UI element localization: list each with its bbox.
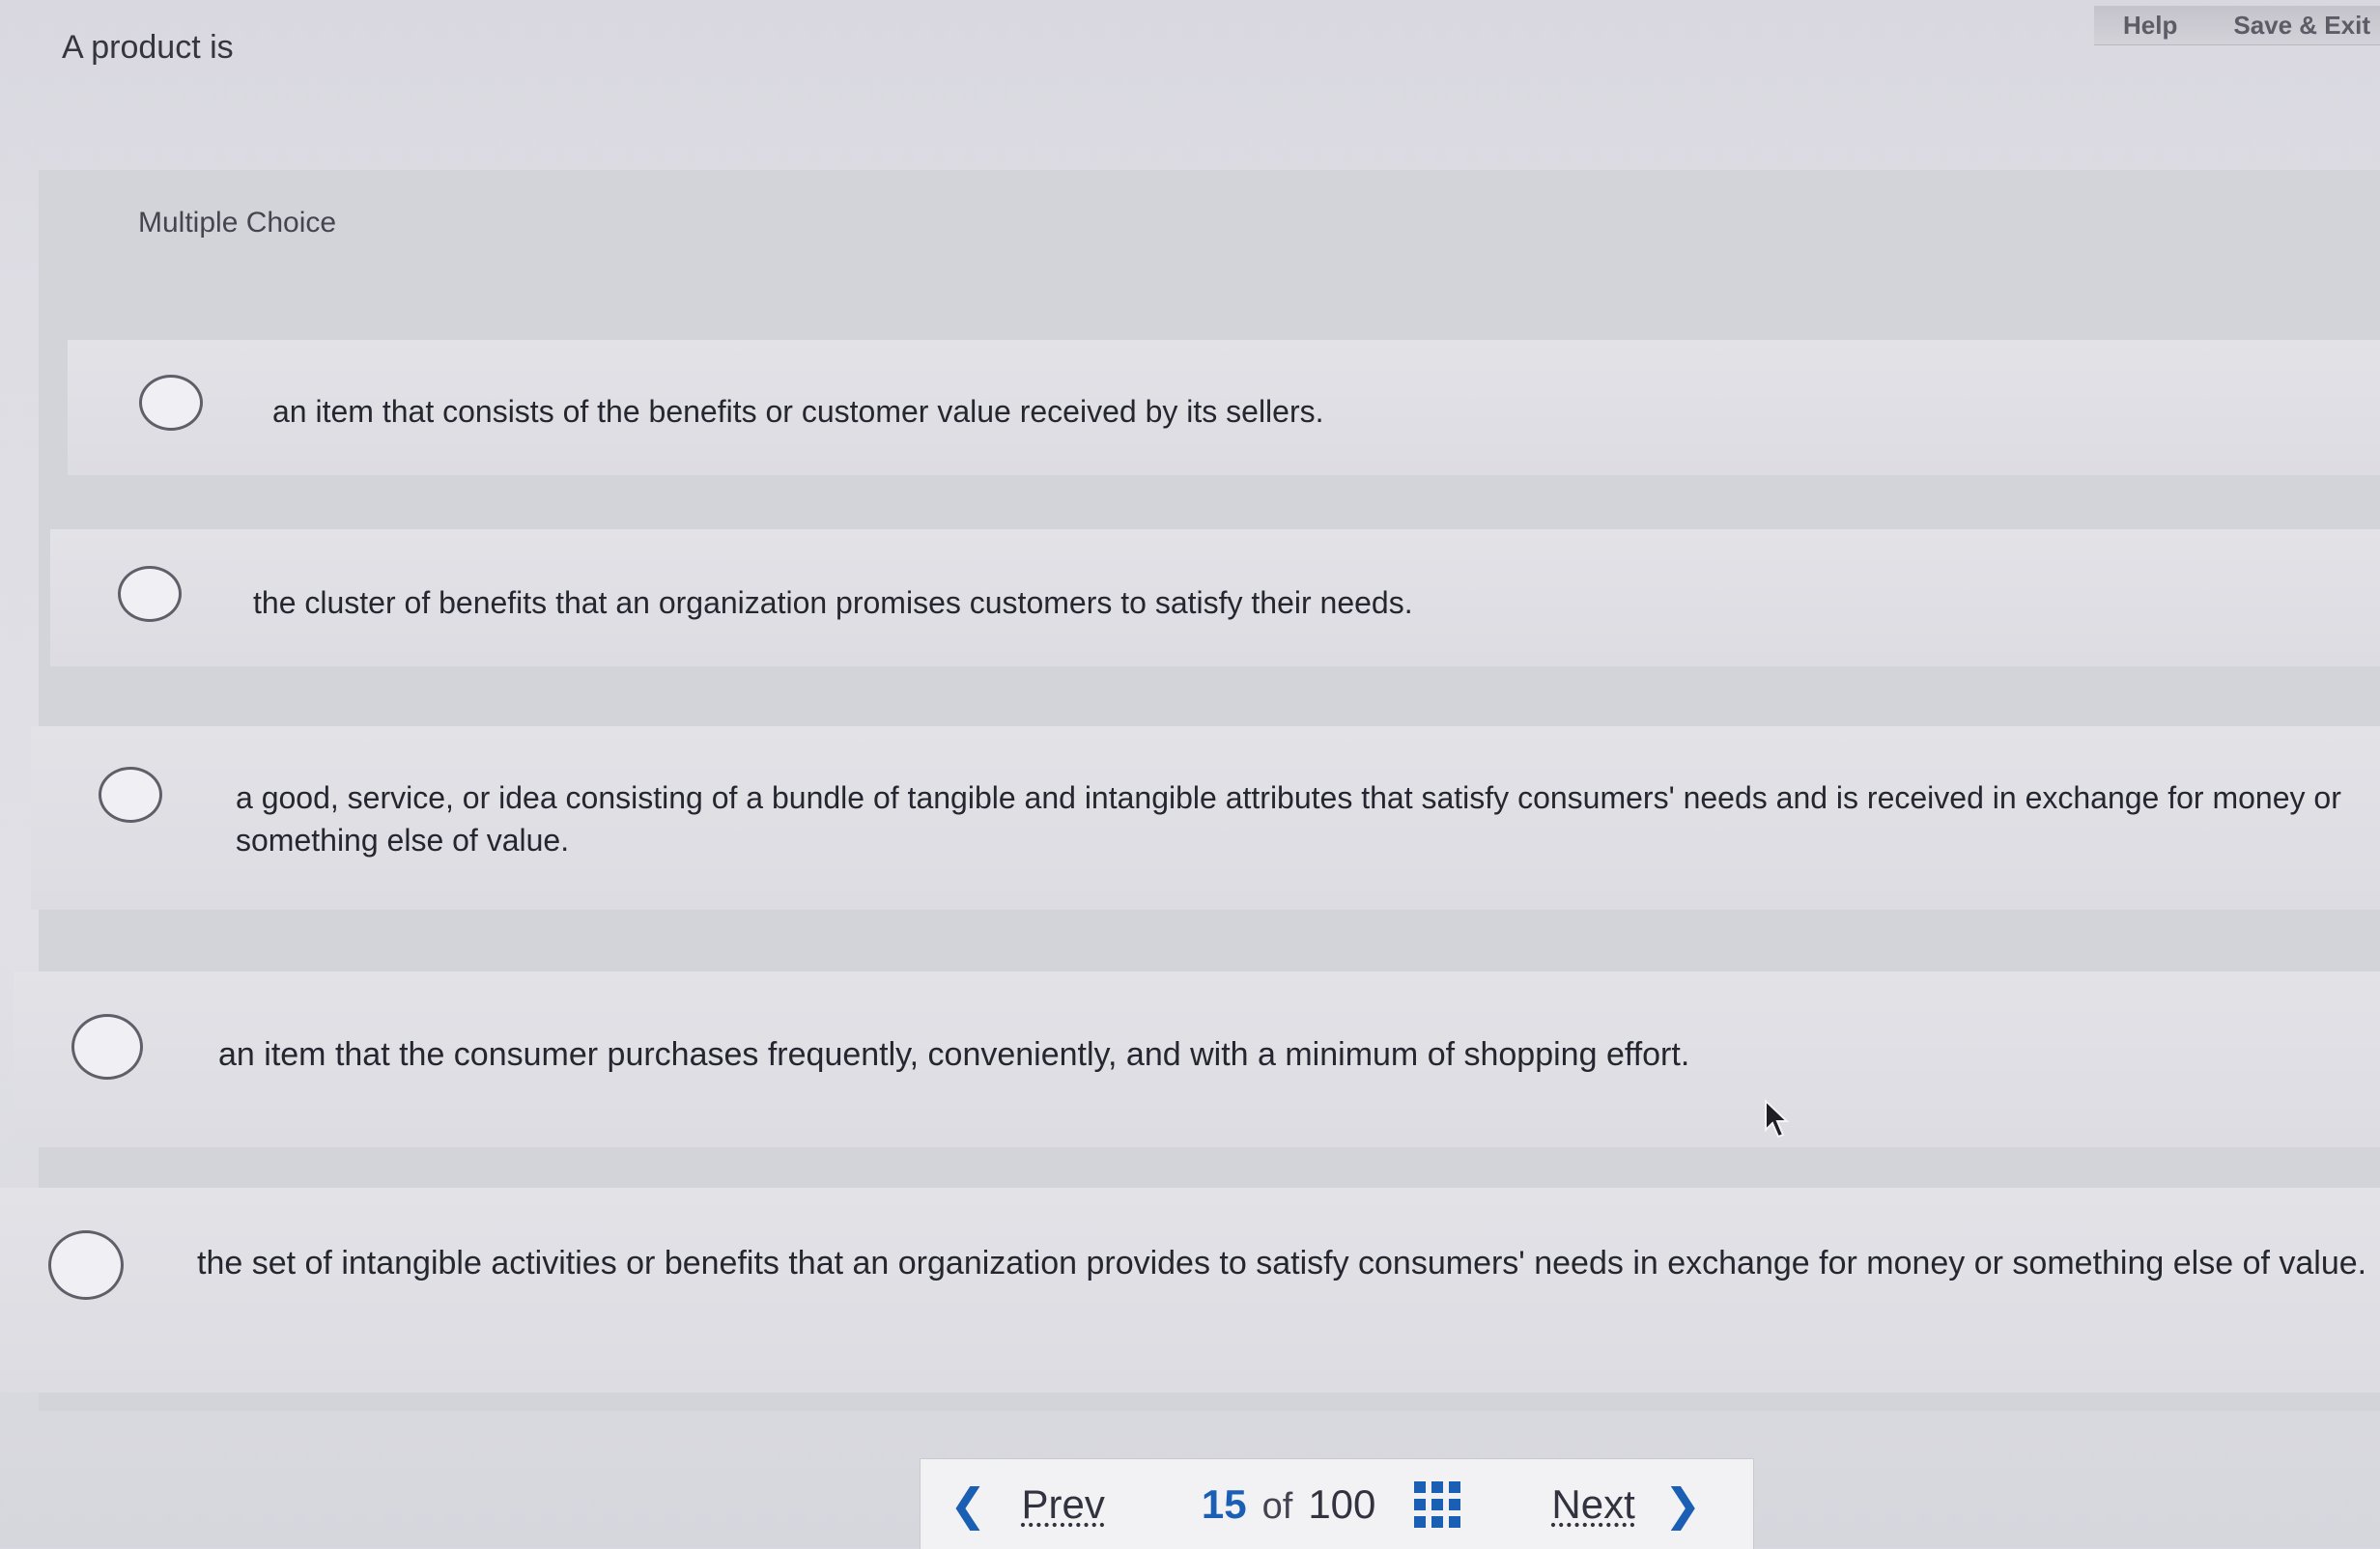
radio-button[interactable] — [48, 1230, 124, 1300]
chevron-right-icon: ❯ — [1663, 1479, 1702, 1530]
top-links-bar: Help Save & Exit — [2094, 6, 2380, 45]
answer-option-1[interactable]: an item that consists of the benefits or… — [68, 340, 2380, 475]
mouse-pointer-icon — [1765, 1099, 1790, 1139]
next-label: Next — [1551, 1480, 1635, 1527]
next-button[interactable]: Next ❯ — [1551, 1479, 1701, 1531]
answer-option-text: an item that consists of the benefits or… — [272, 394, 1324, 429]
answer-option-text: an item that the consumer purchases freq… — [218, 1036, 1690, 1073]
question-type-label: Multiple Choice — [138, 207, 337, 239]
prev-label: Prev — [1021, 1480, 1105, 1527]
total-pages: 100 — [1308, 1480, 1376, 1527]
answer-option-text: the cluster of benefits that an organiza… — [253, 585, 1413, 620]
answer-option-3[interactable]: a good, service, or idea consisting of a… — [31, 726, 2380, 910]
radio-button[interactable] — [99, 767, 162, 823]
radio-button[interactable] — [139, 375, 203, 431]
save-exit-link[interactable]: Save & Exit — [2233, 11, 2370, 41]
radio-button[interactable] — [71, 1014, 143, 1080]
grid-icon[interactable] — [1414, 1480, 1461, 1528]
question-prompt: A product is — [62, 29, 234, 66]
answer-option-5[interactable]: the set of intangible activities or bene… — [0, 1188, 2380, 1393]
chevron-left-icon: ❮ — [949, 1479, 987, 1530]
answer-option-text: a good, service, or idea consisting of a… — [236, 780, 2341, 858]
answer-option-4[interactable]: an item that the consumer purchases freq… — [14, 972, 2380, 1147]
answer-option-text: the set of intangible activities or bene… — [197, 1245, 2367, 1281]
answer-option-2[interactable]: the cluster of benefits that an organiza… — [50, 529, 2380, 666]
prev-button[interactable]: ❮ Prev — [949, 1479, 1105, 1531]
help-link[interactable]: Help — [2123, 11, 2177, 41]
page-indicator: 15 of 100 — [1202, 1481, 1376, 1528]
radio-button[interactable] — [118, 566, 182, 622]
current-page-number: 15 — [1201, 1480, 1247, 1527]
question-navigation: ❮ Prev 15 of 100 Next ❯ — [920, 1458, 1754, 1549]
of-label: of — [1261, 1485, 1293, 1527]
